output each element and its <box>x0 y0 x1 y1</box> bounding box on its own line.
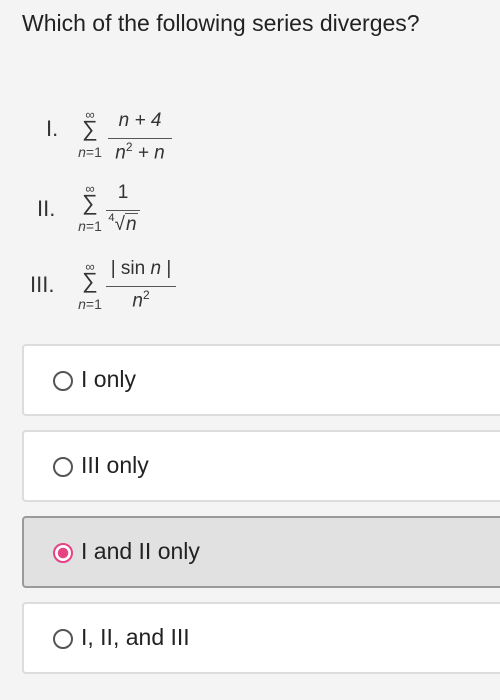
series-2-denominator: 4√n <box>108 212 138 235</box>
option-label: I only <box>81 366 136 392</box>
series-2-fraction: 1 4√n <box>106 182 140 242</box>
radio-icon[interactable] <box>53 457 73 477</box>
series-3-denominator: n2 <box>132 288 150 312</box>
series-3-numerator: | sin n | <box>110 258 172 279</box>
series-3: III. ∞ ∑ n=1 | sin n | n2 <box>0 258 500 324</box>
series-1-denominator: n2 + n <box>115 140 165 164</box>
option-i-and-ii-only[interactable]: I and II only <box>22 516 500 588</box>
series-2: II. ∞ ∑ n=1 1 4√n <box>0 182 500 242</box>
series-3-numeral: III. <box>30 272 55 297</box>
option-label: I, II, and III <box>81 624 190 650</box>
radio-selected-icon[interactable] <box>53 543 73 563</box>
option-iii-only[interactable]: III only <box>22 430 500 502</box>
series-2-numeral: II. <box>37 196 56 221</box>
fraction-bar <box>106 286 176 287</box>
series-1: I. ∞ ∑ n=1 n + 4 n2 + n <box>0 108 500 170</box>
series-1-numeral: I. <box>46 116 59 141</box>
radical-icon: √ <box>114 214 125 235</box>
radio-icon[interactable] <box>53 371 73 391</box>
series-1-numerator: n + 4 <box>118 110 162 131</box>
fraction-bar <box>106 210 140 211</box>
sigma-lower-limit: n=1 <box>78 144 102 160</box>
series-2-numerator: 1 <box>117 182 129 203</box>
option-label: III only <box>81 452 149 478</box>
option-label: I and II only <box>81 538 200 564</box>
radio-icon[interactable] <box>53 629 73 649</box>
question-text: Which of the following series diverges? <box>22 10 420 36</box>
sigma-symbol: ∑ <box>82 116 98 141</box>
fraction-bar <box>108 138 172 139</box>
option-i-ii-and-iii[interactable]: I, II, and III <box>22 602 500 674</box>
series-1-fraction: n + 4 n2 + n <box>108 110 172 170</box>
series-3-fraction: | sin n | n2 <box>106 258 176 324</box>
option-i-only[interactable]: I only <box>22 344 500 416</box>
